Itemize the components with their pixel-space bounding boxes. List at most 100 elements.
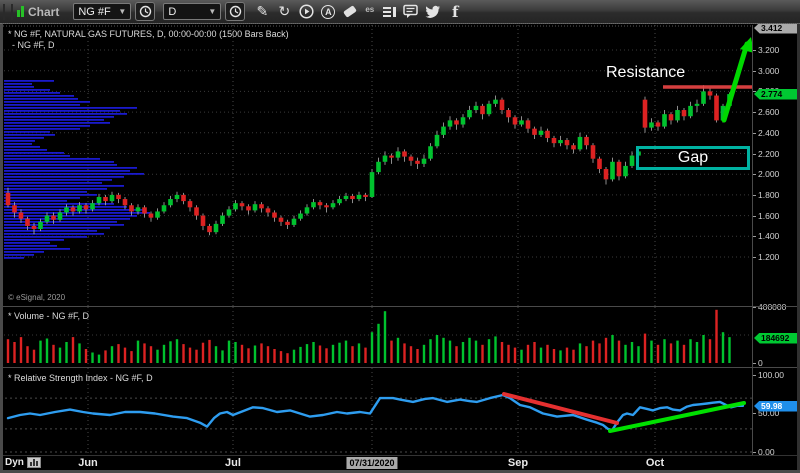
volume-bar [637, 346, 639, 363]
volume-profile-bar [4, 185, 124, 187]
volume-profile-bar [4, 173, 144, 175]
candle-body [149, 214, 154, 218]
candle-body [331, 203, 336, 207]
draw-tool-button[interactable]: ✎ [253, 2, 271, 22]
volume-bar [436, 335, 438, 363]
panel-divider[interactable] [0, 367, 800, 368]
volume-bar [468, 338, 470, 363]
volume-bar [416, 349, 418, 363]
volume-bar [85, 349, 87, 363]
volume-bar [280, 351, 282, 363]
volume-bar [364, 348, 366, 363]
candle-body [526, 120, 531, 128]
volume-profile-bar [4, 215, 137, 217]
panel-divider[interactable] [0, 306, 800, 307]
gap-annotation-box[interactable]: Gap [636, 146, 750, 170]
symbol-value: NG #F [78, 6, 110, 18]
reload-button[interactable]: ↻ [275, 2, 293, 22]
volume-bar [631, 342, 633, 363]
volume-bar [267, 346, 269, 363]
volume-bar [189, 348, 191, 363]
volume-profile-bar [4, 158, 100, 160]
volume-bar [722, 332, 724, 363]
chat-button[interactable] [402, 2, 420, 22]
candle-body [474, 106, 479, 110]
volume-bar [644, 334, 646, 363]
volume-profile-bar [4, 86, 34, 88]
candle-body [363, 195, 368, 197]
interval-history-button[interactable] [225, 2, 245, 21]
layout-button[interactable] [380, 2, 398, 22]
rsi-panel-header: * Relative Strength Index - NG #F, D [8, 373, 153, 383]
annotation-button[interactable]: A [319, 2, 337, 22]
volume-profile-bar [4, 239, 64, 241]
volume-bar [293, 350, 295, 363]
volume-profile-bar [4, 179, 112, 181]
dyn-scale-icon[interactable] [27, 457, 41, 468]
volume-plot[interactable] [0, 307, 753, 367]
volume-bar [286, 353, 288, 363]
volume-bar [202, 343, 204, 363]
chevron-down-icon: ▼ [208, 7, 216, 16]
volume-profile-bar [4, 257, 24, 259]
volume-bar [65, 342, 67, 363]
candle-body [357, 195, 362, 199]
month-label: Sep [508, 457, 528, 469]
candle-body [266, 208, 271, 212]
time-axis[interactable]: Dyn JunJulSepOct07/31/2020 [0, 455, 800, 470]
volume-bar [208, 340, 210, 363]
price-axis[interactable]: 3.2003.0002.8002.6002.4002.2002.0001.800… [752, 25, 800, 455]
volume-tag: 184692 [754, 333, 798, 344]
volume-bar [312, 342, 314, 363]
volume-profile-bar [4, 140, 35, 142]
volume-panel-header: * Volume - NG #F, D [8, 311, 89, 321]
interval-select[interactable]: D▼ [163, 3, 221, 20]
volume-bar [559, 350, 561, 363]
window-grip[interactable] [3, 4, 13, 20]
price-axis-label: 2.000 [758, 169, 779, 179]
main-chart-header: * NG #F, NATURAL GAS FUTURES, D, 00:00-0… [8, 29, 289, 39]
eraser-button[interactable] [341, 2, 359, 22]
price-axis-label: 1.600 [758, 211, 779, 221]
volume-bar [78, 343, 80, 363]
volume-bar [397, 338, 399, 363]
candle-body [168, 199, 173, 205]
volume-bar [13, 342, 15, 363]
twitter-share-button[interactable] [424, 2, 442, 22]
es-label: es [365, 5, 374, 14]
volume-bar [247, 348, 249, 363]
candle-body [487, 104, 492, 114]
volume-bar [657, 345, 659, 363]
candle-body [175, 195, 180, 199]
volume-bar [228, 341, 230, 363]
facebook-share-button[interactable]: f [446, 2, 464, 22]
candle-body [597, 159, 602, 169]
volume-profile-bar [4, 197, 80, 199]
candle-body [246, 206, 251, 210]
chart-window: Chart NG #F▼ D▼ ✎ ↻ A [0, 0, 800, 473]
volume-bar [104, 350, 106, 363]
resistance-annotation-text[interactable]: Resistance [606, 64, 685, 82]
candle-body [227, 209, 232, 215]
symbol-select[interactable]: NG #F▼ [73, 3, 131, 20]
symbol-history-button[interactable] [135, 2, 155, 21]
candle-body [201, 216, 206, 226]
volume-bar [306, 344, 308, 363]
volume-bar [670, 343, 672, 363]
candle-body [188, 201, 193, 207]
volume-bar [696, 342, 698, 363]
volume-bar [325, 348, 327, 363]
volume-bar [514, 348, 516, 363]
candle-body [545, 131, 550, 138]
candle-body [656, 122, 661, 126]
volume-bar [46, 339, 48, 364]
candle-body [220, 216, 225, 224]
volume-bar [273, 349, 275, 363]
candle-body [539, 131, 544, 135]
volume-bar [20, 337, 22, 363]
candle-body [370, 172, 375, 197]
replay-button[interactable] [297, 2, 315, 22]
volume-bar [520, 350, 522, 363]
candle-body [253, 204, 258, 210]
volume-bar [390, 341, 392, 363]
